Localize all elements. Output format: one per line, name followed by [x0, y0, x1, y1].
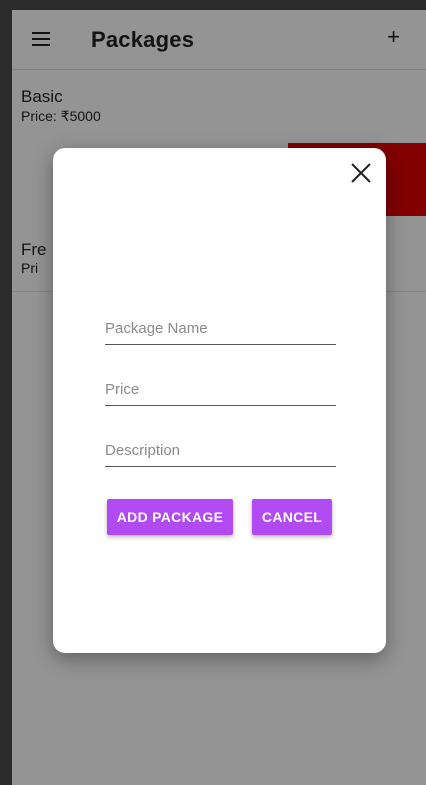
- device-frame: Packages + Basic Price: ₹5000 Fre Pri Pa…: [0, 0, 426, 785]
- package-name-field: [105, 314, 336, 345]
- add-package-button[interactable]: ADD PACKAGE: [107, 499, 233, 535]
- description-field: [105, 436, 336, 467]
- package-name-input[interactable]: [105, 314, 336, 337]
- add-package-dialog: ADD PACKAGE CANCEL: [53, 148, 386, 653]
- app-screen: Packages + Basic Price: ₹5000 Fre Pri Pa…: [12, 10, 426, 785]
- description-input[interactable]: [105, 436, 336, 459]
- cancel-button[interactable]: CANCEL: [252, 499, 332, 535]
- close-icon[interactable]: [350, 162, 372, 184]
- price-field: [105, 375, 336, 406]
- price-input[interactable]: [105, 375, 336, 398]
